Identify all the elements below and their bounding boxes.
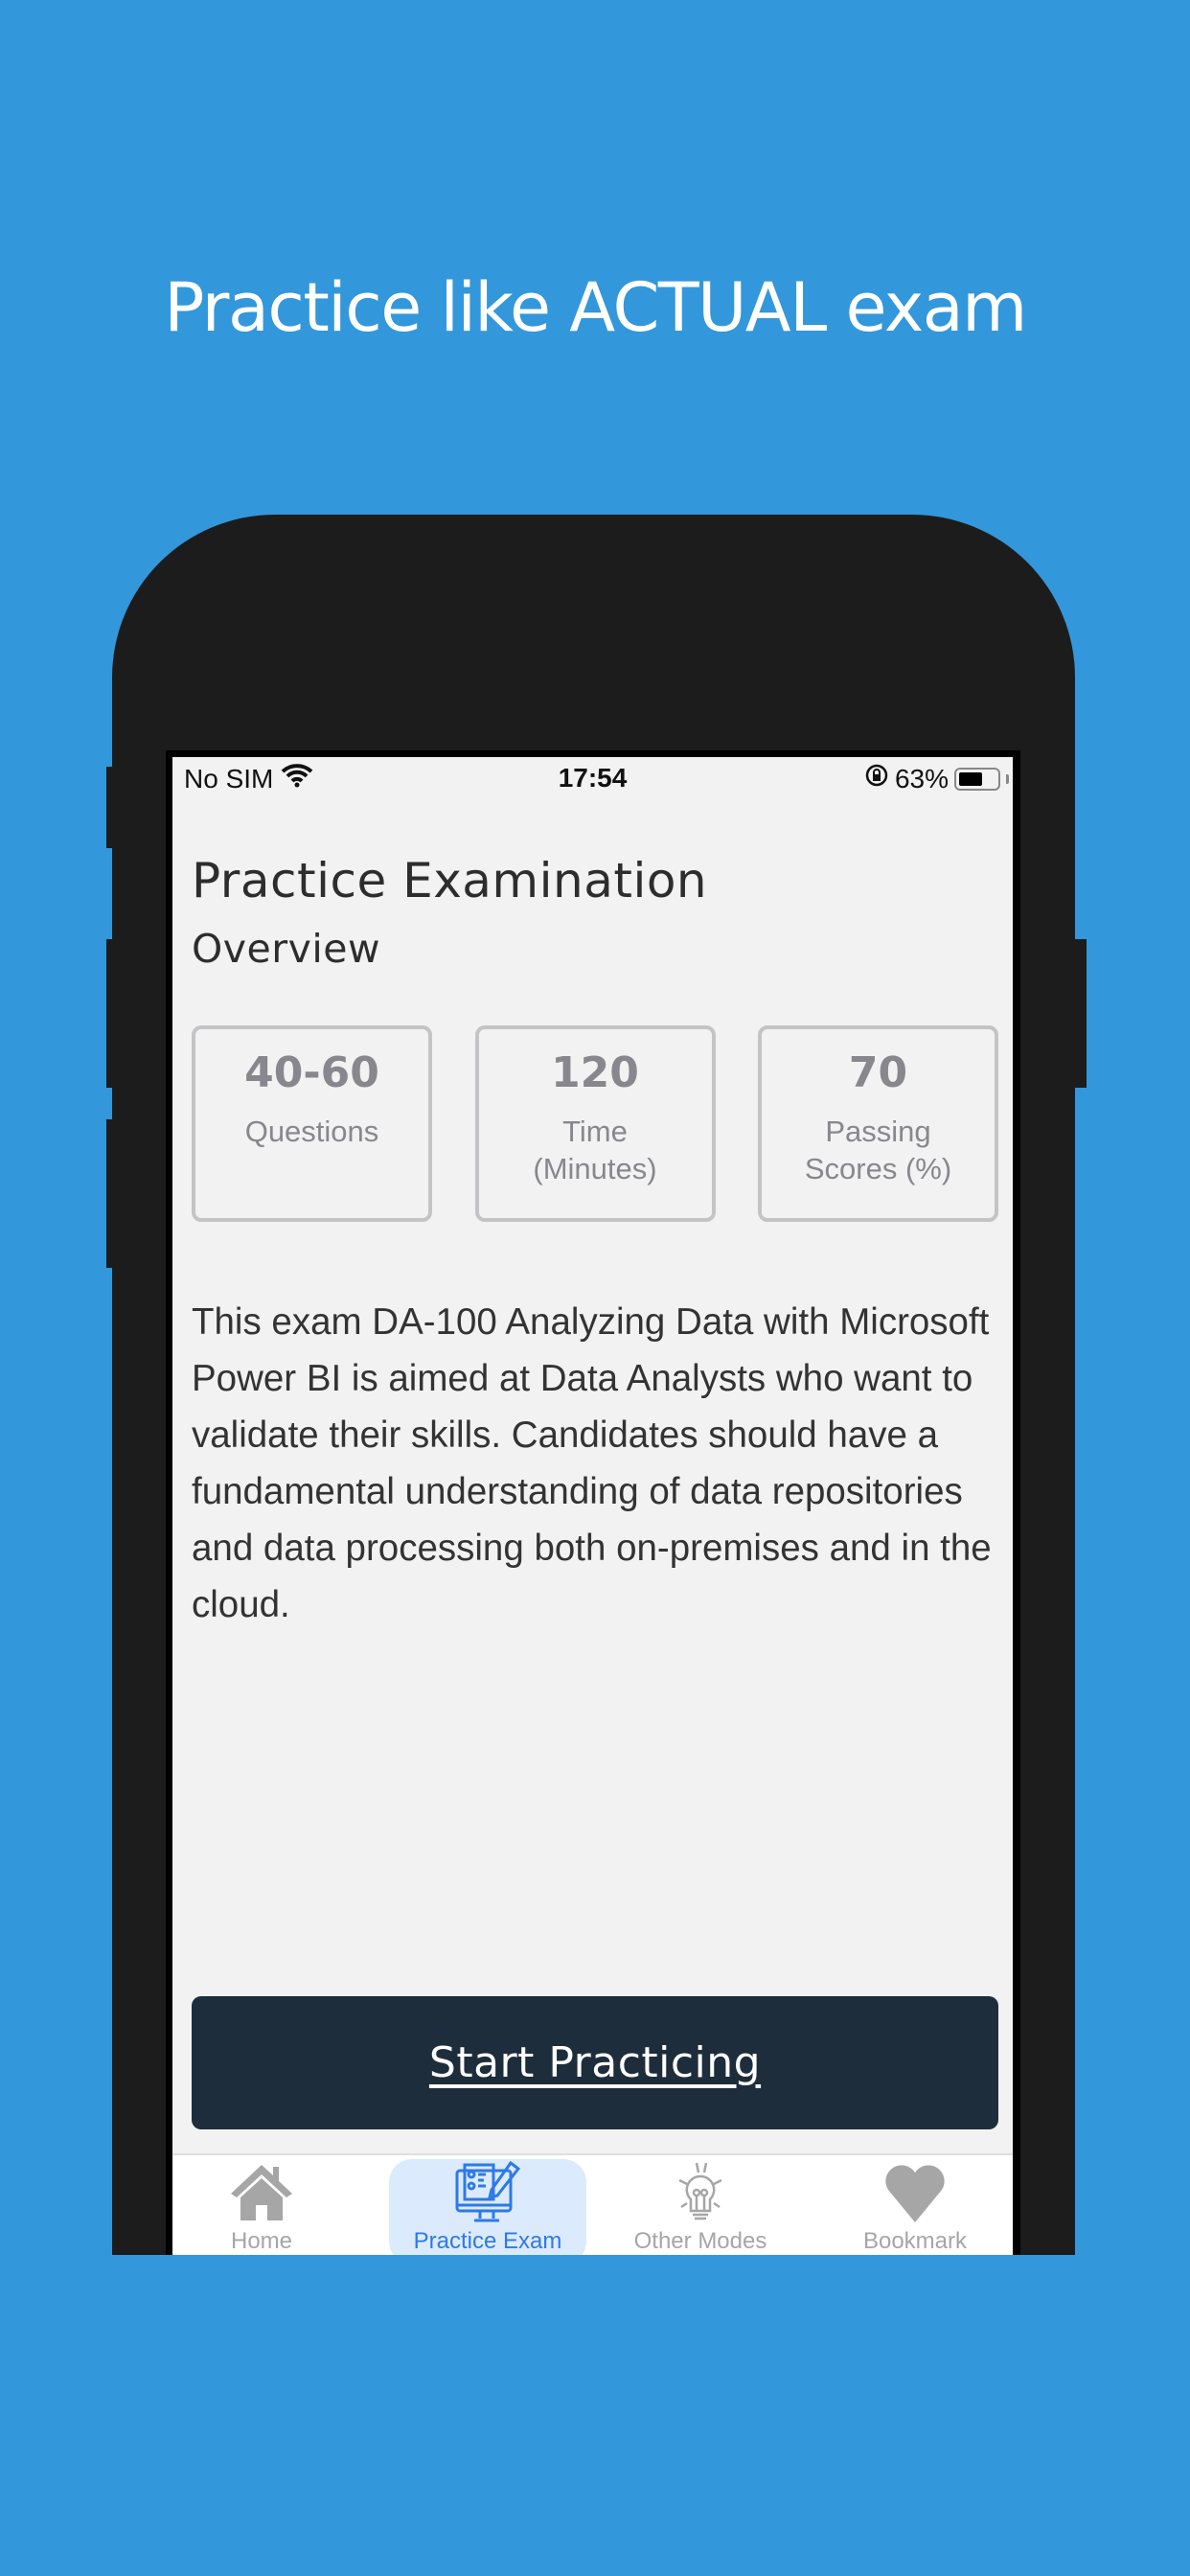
stat-label: Passing Scores (%) [804, 1115, 952, 1185]
stat-value: 40-60 [244, 1048, 379, 1097]
exam-description: This exam DA-100 Analyzing Data with Mic… [192, 1301, 992, 1625]
heart-icon [816, 2161, 1013, 2228]
section-subtitle: Overview [192, 926, 381, 972]
stat-card-passing-score: 70 Passing Scores (%) [758, 1025, 998, 1222]
battery-percent: 63% [894, 763, 949, 794]
promo-headline: Practice like ACTUAL exam [164, 268, 1027, 347]
tab-label: Home [230, 2228, 293, 2254]
battery-tip [1006, 773, 1009, 784]
page-title: Practice Examination [192, 853, 708, 908]
tab-label: Practice Exam [413, 2228, 562, 2254]
tab-other-modes[interactable]: Other Modes [602, 2155, 799, 2255]
tab-bookmark[interactable]: Bookmark [816, 2155, 1013, 2255]
start-practicing-button[interactable]: Start Practicing [192, 1996, 998, 2129]
tab-practice-exam[interactable]: Practice Exam [389, 2155, 586, 2255]
lightbulb-icon [602, 2161, 799, 2228]
home-icon [172, 2161, 360, 2228]
practice-exam-icon [389, 2161, 586, 2228]
phone-volume-up [106, 939, 120, 1088]
battery-icon [954, 767, 1000, 791]
stat-value: 120 [551, 1048, 639, 1097]
tab-home[interactable]: Home [172, 2155, 360, 2255]
app-screen: No SIM 17:54 63% Practice Examination Ov… [172, 757, 1013, 2255]
phone-volume-down [106, 1119, 120, 1268]
stat-value: 70 [848, 1048, 908, 1097]
phone-power-button [1073, 939, 1087, 1088]
stat-card-time: 120 Time (Minutes) [474, 1025, 716, 1222]
tab-label: Bookmark [862, 2228, 968, 2254]
stat-card-questions: 40-60 Questions [192, 1025, 432, 1222]
stat-label: Questions [244, 1115, 379, 1148]
status-bar: No SIM 17:54 63% [172, 757, 1013, 799]
orientation-lock-icon [864, 763, 889, 794]
tab-label: Other Modes [633, 2228, 767, 2254]
tab-bar: Home Practice Exam Other Modes Bookmark [172, 2153, 1013, 2255]
stats-cards: 40-60 Questions 120 Time (Minutes) 70 Pa… [192, 1025, 998, 1222]
battery-fill [959, 771, 982, 786]
stat-label: Time (Minutes) [533, 1115, 657, 1185]
start-practicing-label: Start Practicing [428, 2038, 762, 2087]
phone-silent-switch [106, 767, 120, 848]
